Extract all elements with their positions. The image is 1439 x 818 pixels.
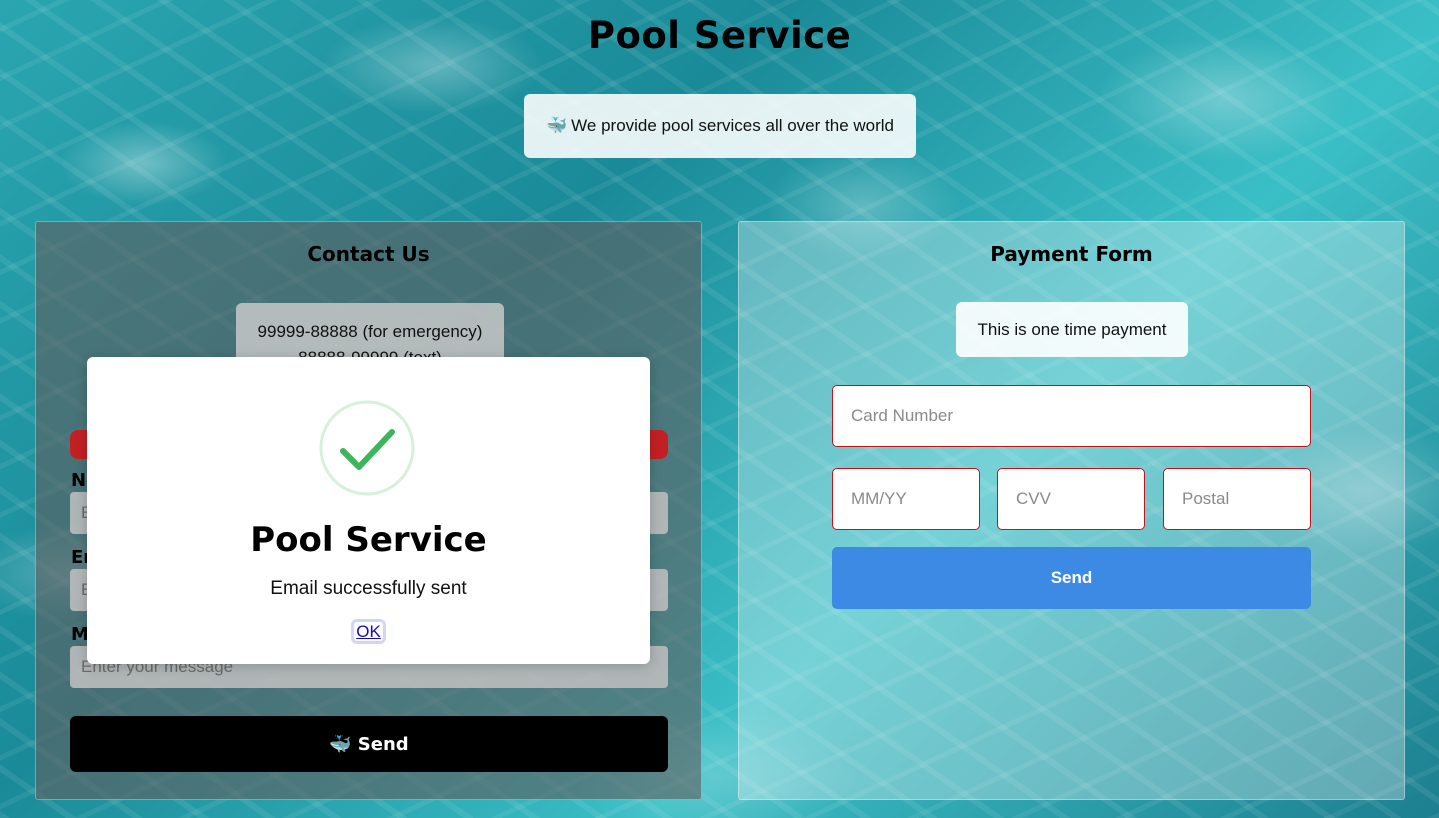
tagline-text: We provide pool services all over the wo…	[571, 116, 894, 135]
modal-message: Email successfully sent	[270, 578, 467, 599]
whale-icon: 🐳	[329, 733, 352, 755]
checkmark-icon	[319, 400, 415, 496]
payment-note: This is one time payment	[956, 302, 1188, 357]
payment-send-button[interactable]: Send	[832, 547, 1311, 609]
ok-link[interactable]: OK	[354, 622, 383, 641]
cvv-input[interactable]	[997, 468, 1145, 530]
whale-icon: 🐳	[545, 116, 568, 135]
contact-send-button[interactable]: 🐳 Send	[70, 716, 668, 772]
page-title: Pool Service	[587, 14, 852, 57]
payment-title: Payment Form	[990, 242, 1153, 266]
phone-emergency: 99999-88888 (for emergency)	[257, 322, 483, 341]
postal-input[interactable]	[1163, 468, 1311, 530]
success-modal: Pool Service Email successfully sent OK	[87, 357, 650, 664]
tagline-banner: 🐳 We provide pool services all over the …	[524, 94, 916, 158]
modal-title: Pool Service	[250, 520, 487, 560]
contact-title: Contact Us	[307, 242, 430, 266]
card-number-input[interactable]	[832, 385, 1311, 447]
payment-panel: Payment Form This is one time payment Se…	[738, 221, 1405, 800]
contact-send-label: Send	[357, 733, 409, 755]
expiry-input[interactable]	[832, 468, 980, 530]
